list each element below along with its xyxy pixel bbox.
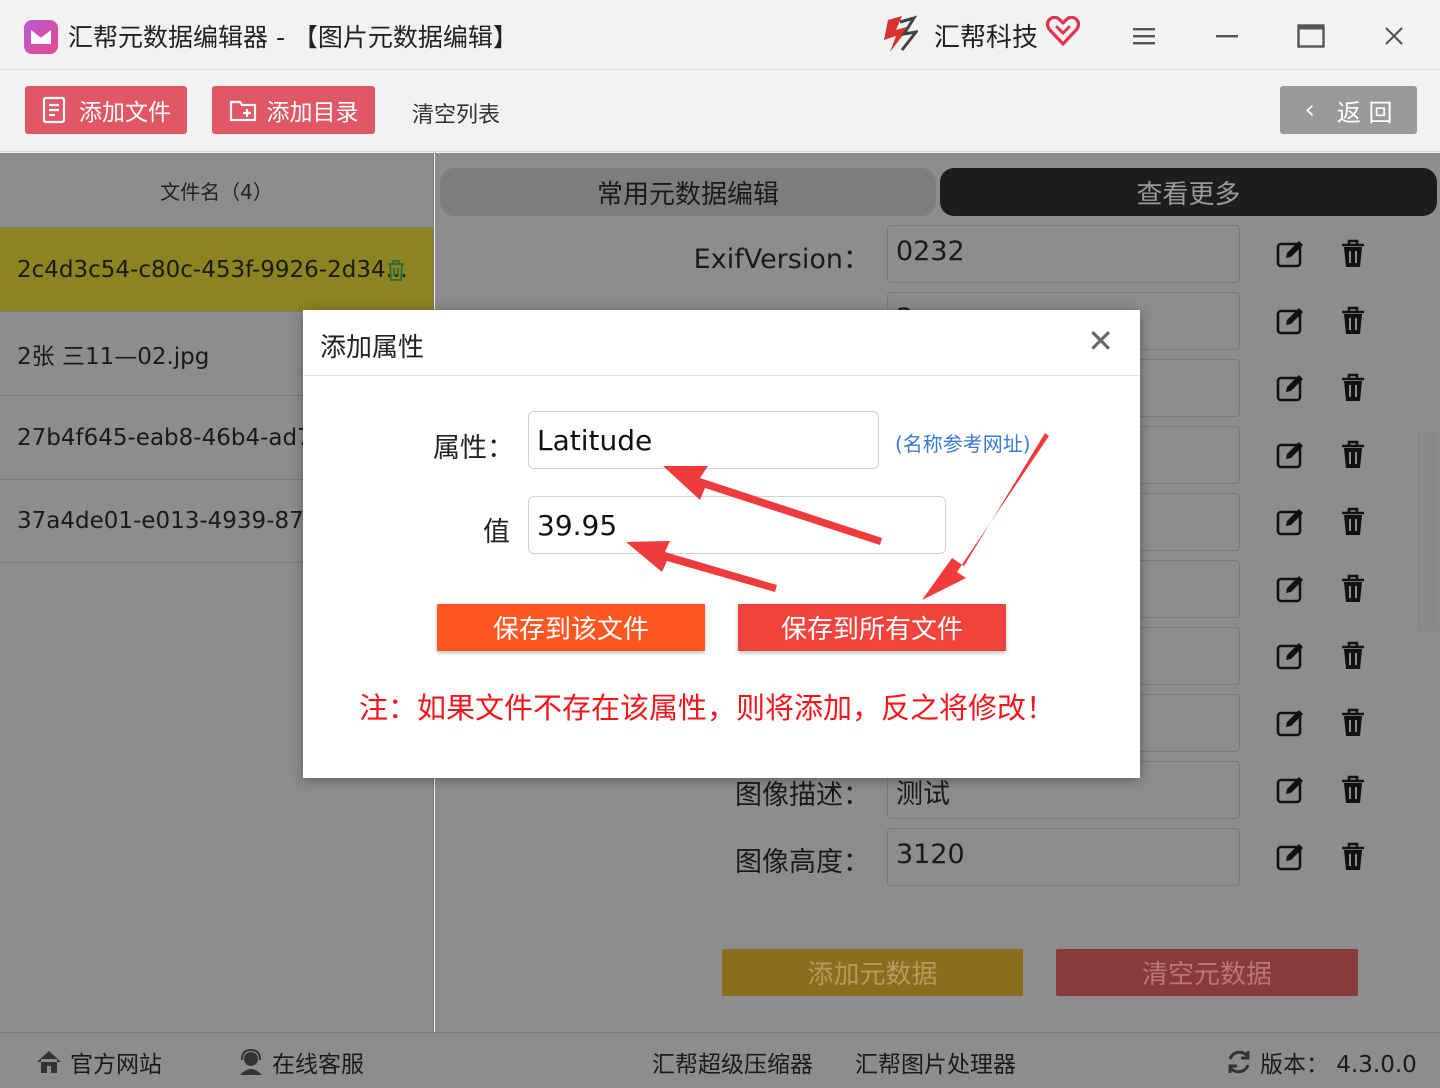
dialog-header: 添加属性 ✕ (303, 310, 1140, 376)
metadata-row: ExifVersion： 0232 (435, 225, 1440, 292)
edit-icon[interactable] (1275, 842, 1305, 872)
brand-name: 汇帮科技 (934, 23, 1039, 53)
metadata-row: 图像高度： 3120 (435, 828, 1440, 895)
edit-icon[interactable] (1275, 641, 1305, 671)
dialog-close-icon[interactable]: ✕ (1087, 325, 1114, 357)
support-label: 在线客服 (272, 1052, 364, 1078)
version-label: 版本： 4.3.0.0 (1260, 1052, 1417, 1078)
dialog-note: 注：如果文件不存在该属性，则将添加，反之将修改！ (359, 691, 1056, 725)
delete-icon[interactable] (1340, 574, 1366, 604)
close-icon[interactable] (1374, 16, 1414, 56)
official-website-link[interactable]: 官方网站 (34, 1045, 162, 1079)
add-metadata-button[interactable]: 添加元数据 (722, 949, 1023, 996)
metadata-label: 图像高度： (735, 847, 870, 878)
edit-icon[interactable] (1275, 775, 1305, 805)
delete-icon[interactable] (1340, 239, 1366, 269)
maximize-icon[interactable] (1291, 16, 1331, 56)
edit-icon[interactable] (1275, 373, 1305, 403)
value-input[interactable]: 39.95 (528, 496, 946, 554)
tab-bar: 常用元数据编辑 查看更多 (440, 168, 1437, 216)
minimize-icon[interactable] (1207, 16, 1247, 56)
attribute-input[interactable]: Latitude (528, 411, 879, 469)
delete-icon[interactable] (1340, 842, 1366, 872)
back-label: 返 回 (1336, 98, 1393, 127)
file-name: 2c4d3c54-c80c-453f-9926-2d34... (17, 256, 408, 283)
chevron-left-icon: ‹ (1304, 95, 1315, 125)
home-icon (37, 1051, 61, 1073)
delete-icon[interactable] (1340, 373, 1366, 403)
attribute-label: 属性： (433, 433, 514, 464)
add-folder-label: 添加目录 (266, 100, 359, 126)
file-name: 2张 三11—02.jpg (17, 343, 210, 370)
website-label: 官方网站 (70, 1052, 162, 1078)
online-support-link[interactable]: 在线客服 (236, 1045, 364, 1079)
edit-icon[interactable] (1275, 574, 1305, 604)
edit-icon[interactable] (1275, 507, 1305, 537)
tab-view-more[interactable]: 查看更多 (940, 168, 1437, 216)
value-label: 值 (483, 517, 510, 548)
title-bar: 汇帮元数据编辑器 - 【图片元数据编辑】 汇帮科技 (0, 0, 1440, 70)
metadata-value-field[interactable]: 0232 (887, 225, 1240, 283)
edit-icon[interactable] (1275, 239, 1305, 269)
clear-list-button[interactable]: 清空列表 (412, 97, 500, 129)
scrollbar[interactable] (1418, 431, 1438, 631)
file-list-icon (42, 96, 66, 124)
delete-icon[interactable] (1340, 440, 1366, 470)
file-name: 27b4f645-eab8-46b4-ad7 (17, 424, 312, 451)
trash-icon[interactable] (385, 258, 407, 282)
clear-metadata-button[interactable]: 清空元数据 (1056, 949, 1358, 996)
back-button[interactable]: ‹ 返 回 (1280, 86, 1417, 134)
add-file-label: 添加文件 (79, 100, 171, 126)
refresh-icon (1228, 1050, 1250, 1074)
app-title: 汇帮元数据编辑器 - 【图片元数据编辑】 (68, 23, 518, 52)
toolbar: 添加文件 添加目录 清空列表 ‹ 返 回 (0, 70, 1440, 152)
delete-icon[interactable] (1340, 641, 1366, 671)
status-bar: 官方网站 在线客服 汇帮超级压缩器 汇帮图片处理器 版本： 4.3.0.0 (0, 1032, 1440, 1088)
save-to-this-file-button[interactable]: 保存到该文件 (437, 604, 705, 651)
file-list-header: 文件名（4） (0, 153, 433, 227)
delete-icon[interactable] (1340, 708, 1366, 738)
edit-icon[interactable] (1275, 306, 1305, 336)
delete-icon[interactable] (1340, 507, 1366, 537)
metadata-label: ExifVersion： (693, 244, 870, 275)
name-reference-link[interactable]: (名称参考网址) (895, 428, 1031, 457)
tab-common-metadata[interactable]: 常用元数据编辑 (440, 168, 936, 216)
image-processor-link[interactable]: 汇帮图片处理器 (855, 1045, 1016, 1079)
delete-icon[interactable] (1340, 775, 1366, 805)
headset-icon (240, 1048, 262, 1075)
edit-icon[interactable] (1275, 440, 1305, 470)
dialog-title: 添加属性 (320, 333, 425, 363)
compressor-link[interactable]: 汇帮超级压缩器 (652, 1045, 813, 1079)
metadata-value-field[interactable]: 3120 (887, 828, 1240, 886)
add-file-button[interactable]: 添加文件 (25, 86, 187, 134)
add-attribute-dialog: 添加属性 ✕ 属性： Latitude (名称参考网址) 值 39.95 保存到… (303, 310, 1140, 778)
add-folder-button[interactable]: 添加目录 (212, 86, 375, 134)
file-name: 37a4de01-e013-4939-87a (17, 508, 318, 534)
app-logo-icon (24, 20, 58, 54)
save-to-all-files-button[interactable]: 保存到所有文件 (738, 604, 1006, 651)
metadata-label: 图像描述： (735, 780, 870, 811)
brand-logo-icon (884, 15, 918, 52)
version-info[interactable]: 版本： 4.3.0.0 (1224, 1045, 1417, 1079)
edit-icon[interactable] (1275, 708, 1305, 738)
hamburger-menu-icon[interactable] (1124, 16, 1164, 56)
heart-icon[interactable] (1046, 16, 1080, 46)
file-list-item[interactable]: 2c4d3c54-c80c-453f-9926-2d34... (0, 227, 433, 311)
folder-add-icon (229, 100, 256, 122)
delete-icon[interactable] (1340, 306, 1366, 336)
